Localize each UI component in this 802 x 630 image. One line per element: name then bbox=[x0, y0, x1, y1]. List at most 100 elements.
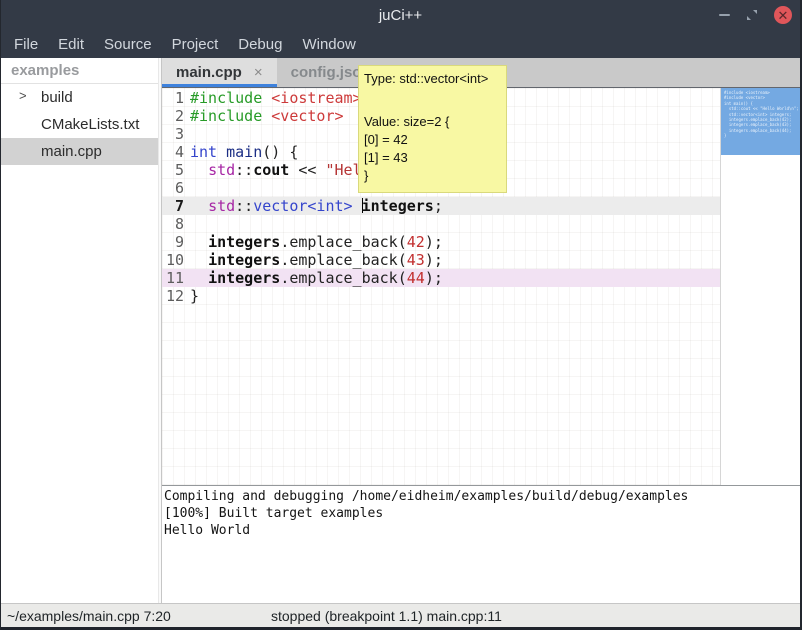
token-ns: std bbox=[208, 161, 235, 179]
code-text[interactable]: integers.emplace_back(44); bbox=[190, 269, 443, 287]
tree-item-label: build bbox=[1, 89, 73, 106]
menu-item-window[interactable]: Window bbox=[292, 30, 365, 58]
token-def bbox=[190, 197, 208, 215]
token-num: 43 bbox=[407, 251, 425, 269]
token-def: . bbox=[280, 233, 289, 251]
code-line-7[interactable]: 7 std::vector<int> integers; bbox=[162, 197, 720, 215]
minimap[interactable]: #include <iostream>#include <vector>int … bbox=[720, 88, 800, 485]
window-title: juCi++ bbox=[1, 7, 800, 24]
line-number[interactable]: 6 bbox=[162, 179, 188, 197]
token-def bbox=[262, 89, 271, 107]
line-number[interactable]: 12 bbox=[162, 287, 188, 305]
line-number[interactable]: 7 bbox=[162, 197, 188, 215]
line-number[interactable]: 8 bbox=[162, 215, 188, 233]
token-def: ( bbox=[398, 251, 407, 269]
chevron-right-icon[interactable]: > bbox=[19, 88, 27, 103]
token-def: ( bbox=[398, 233, 407, 251]
sidebar-item-main-cpp[interactable]: main.cpp bbox=[1, 138, 158, 165]
token-kw: vector<int> bbox=[253, 197, 352, 215]
line-number[interactable]: 11 bbox=[162, 269, 188, 287]
code-text[interactable]: integers.emplace_back(43); bbox=[190, 251, 443, 269]
tooltip-value-line: [1] = 43 bbox=[364, 149, 501, 167]
code-line-10[interactable]: 10 integers.emplace_back(43); bbox=[162, 251, 720, 269]
token-inc: <vector> bbox=[271, 107, 343, 125]
minimap-line: std::cout << "Hello World\n"; bbox=[724, 106, 800, 111]
menu-item-source[interactable]: Source bbox=[94, 30, 162, 58]
title-bar: juCi++ ✕ bbox=[1, 0, 800, 30]
file-tree: >build CMakeLists.txt main.cpp bbox=[1, 84, 158, 165]
minimap-line: } bbox=[724, 133, 800, 138]
token-def: } bbox=[190, 287, 199, 305]
code-text[interactable]: #include <vector> bbox=[190, 107, 344, 125]
token-def: :: bbox=[235, 161, 253, 179]
tree-item-label: main.cpp bbox=[1, 143, 102, 160]
code-text[interactable]: } bbox=[190, 287, 199, 305]
tree-item-label: CMakeLists.txt bbox=[1, 116, 139, 133]
token-def: ); bbox=[425, 233, 443, 251]
line-number[interactable]: 1 bbox=[162, 89, 188, 107]
minimap-visible-region[interactable]: #include <iostream>#include <vector>int … bbox=[721, 88, 800, 155]
token-def bbox=[190, 233, 208, 251]
token-def: emplace_back bbox=[289, 269, 397, 287]
line-number[interactable]: 5 bbox=[162, 161, 188, 179]
token-def: ; bbox=[434, 197, 443, 215]
tooltip-value-line: Value: size=2 { bbox=[364, 113, 501, 131]
token-num: 42 bbox=[407, 233, 425, 251]
token-fn: main bbox=[226, 143, 262, 161]
token-var: integers bbox=[362, 197, 434, 215]
token-def bbox=[190, 251, 208, 269]
minimize-icon[interactable] bbox=[719, 14, 730, 16]
minimap-line: integers.emplace_back(44); bbox=[724, 128, 800, 133]
token-var: integers bbox=[208, 233, 280, 251]
tooltip-value-line: [0] = 42 bbox=[364, 131, 501, 149]
code-line-12[interactable]: 12} bbox=[162, 287, 720, 305]
tab-close-icon[interactable]: × bbox=[254, 64, 263, 81]
window-controls: ✕ bbox=[719, 0, 792, 30]
menu-item-file[interactable]: File bbox=[4, 30, 48, 58]
status-debug-state: stopped (breakpoint 1.1) main.cpp:11 bbox=[271, 608, 502, 624]
menu-item-debug[interactable]: Debug bbox=[228, 30, 292, 58]
line-number[interactable]: 10 bbox=[162, 251, 188, 269]
token-def: emplace_back bbox=[289, 251, 397, 269]
token-def: ); bbox=[425, 251, 443, 269]
code-line-11[interactable]: 11 integers.emplace_back(44); bbox=[162, 269, 720, 287]
token-pre: #include bbox=[190, 107, 262, 125]
terminal-panel[interactable]: Compiling and debugging /home/eidheim/ex… bbox=[162, 486, 800, 603]
token-num: 44 bbox=[407, 269, 425, 287]
code-text[interactable]: std::vector<int> integers; bbox=[190, 197, 443, 215]
token-kw: int bbox=[190, 143, 217, 161]
code-text[interactable]: int main() { bbox=[190, 143, 298, 161]
token-def bbox=[190, 161, 208, 179]
terminal-line: [100%] Built target examples bbox=[164, 505, 800, 522]
token-def: emplace_back bbox=[289, 233, 397, 251]
code-line-8[interactable]: 8 bbox=[162, 215, 720, 233]
tooltip-value-block: Value: size=2 { [0] = 42 [1] = 43} bbox=[364, 113, 501, 185]
restore-icon[interactable] bbox=[746, 9, 758, 21]
token-def: << bbox=[289, 161, 325, 179]
line-number[interactable]: 4 bbox=[162, 143, 188, 161]
close-icon[interactable]: ✕ bbox=[774, 6, 792, 24]
code-line-9[interactable]: 9 integers.emplace_back(42); bbox=[162, 233, 720, 251]
code-text[interactable]: integers.emplace_back(42); bbox=[190, 233, 443, 251]
line-number[interactable]: 2 bbox=[162, 107, 188, 125]
menu-bar: FileEditSourceProjectDebugWindow bbox=[1, 30, 800, 58]
line-number[interactable]: 3 bbox=[162, 125, 188, 143]
menu-item-edit[interactable]: Edit bbox=[48, 30, 94, 58]
token-def bbox=[190, 269, 208, 287]
sidebar-item-cmakelists-txt[interactable]: CMakeLists.txt bbox=[1, 111, 158, 138]
token-def: () { bbox=[262, 143, 298, 161]
token-def bbox=[262, 107, 271, 125]
menu-item-project[interactable]: Project bbox=[162, 30, 229, 58]
token-var: integers bbox=[208, 269, 280, 287]
tab-main-cpp[interactable]: main.cpp× bbox=[162, 58, 277, 87]
active-tab-underline bbox=[162, 84, 277, 87]
token-def: :: bbox=[235, 197, 253, 215]
token-pre: #include bbox=[190, 89, 262, 107]
tooltip-value-line: } bbox=[364, 167, 501, 185]
code-text[interactable]: #include <iostream> bbox=[190, 89, 362, 107]
project-name-header: examples bbox=[1, 58, 158, 84]
token-def: . bbox=[280, 269, 289, 287]
terminal-line: Hello World bbox=[164, 522, 800, 539]
line-number[interactable]: 9 bbox=[162, 233, 188, 251]
sidebar-item-build[interactable]: >build bbox=[1, 84, 158, 111]
